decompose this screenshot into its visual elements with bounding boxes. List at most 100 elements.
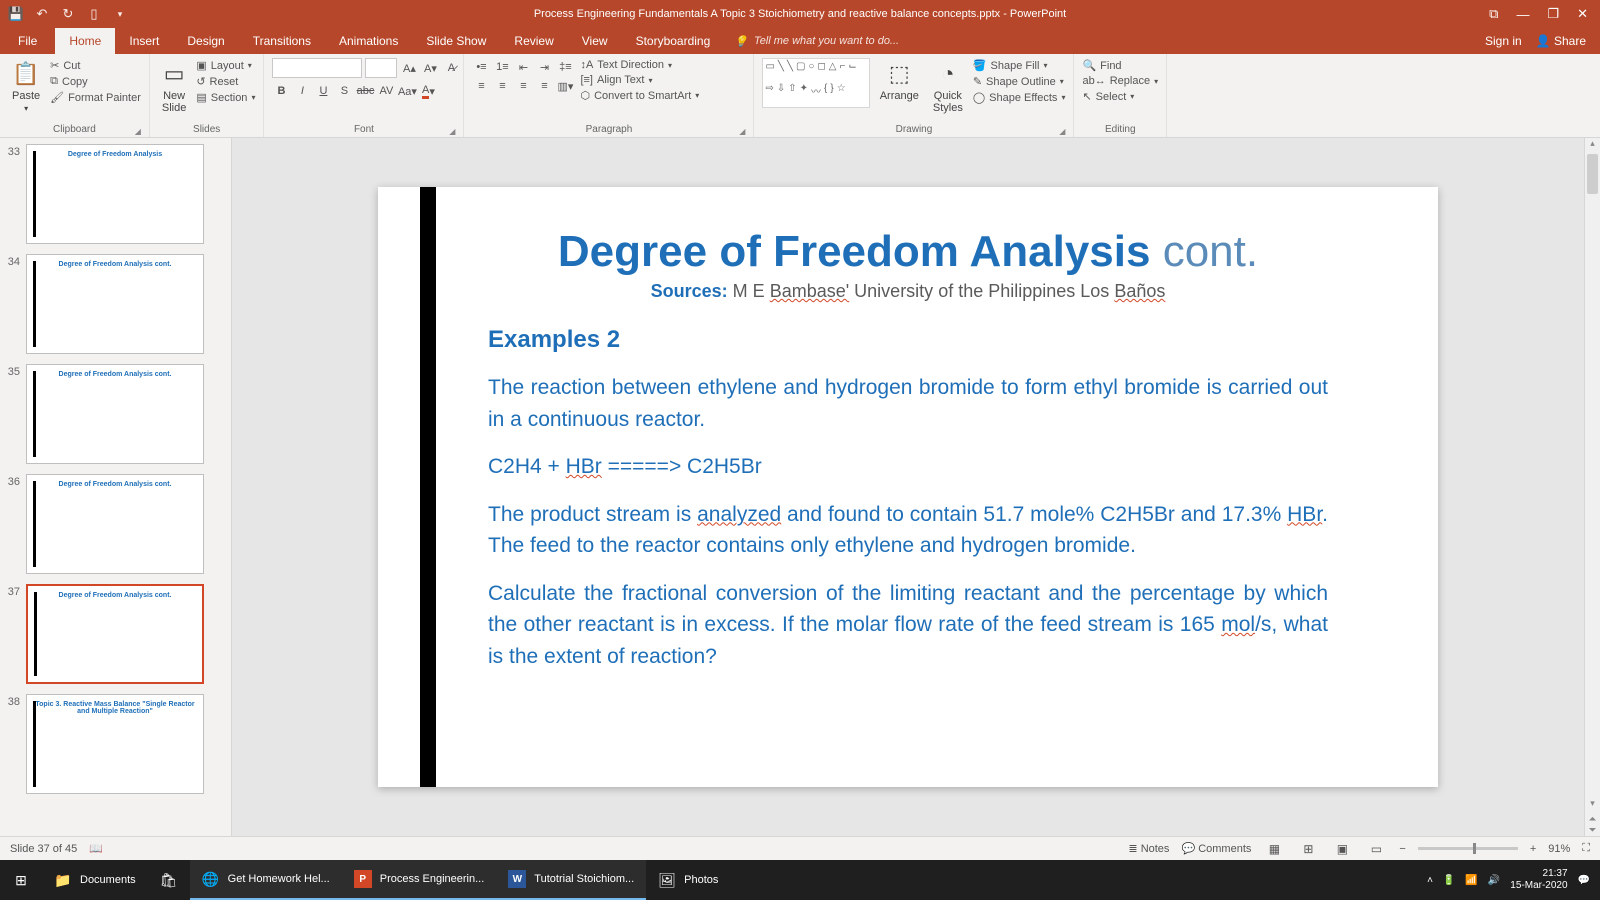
minimize-button[interactable]: — [1516,7,1529,22]
slide-counter[interactable]: Slide 37 of 45 [10,843,77,855]
tab-slideshow[interactable]: Slide Show [412,28,500,54]
find-button[interactable]: 🔍Find [1082,58,1158,73]
signin-link[interactable]: Sign in [1485,34,1522,48]
thumbnail[interactable]: Degree of Freedom Analysis cont. [26,474,204,574]
scroll-thumb[interactable] [1587,154,1598,194]
shape-outline-button[interactable]: ✎Shape Outline▾ [973,74,1066,89]
zoom-in-button[interactable]: + [1530,843,1536,855]
prev-slide-icon[interactable]: ⏶ [1585,814,1600,825]
start-from-beginning-icon[interactable]: ▯ [86,6,102,22]
clock[interactable]: 21:37 15-Mar-2020 [1510,868,1567,892]
tab-design[interactable]: Design [173,28,238,54]
thumbnail-row[interactable]: 37Degree of Freedom Analysis cont. [4,584,227,684]
close-button[interactable]: ✕ [1577,6,1588,22]
tab-review[interactable]: Review [500,28,567,54]
wifi-icon[interactable]: 📶 [1465,875,1477,886]
undo-icon[interactable]: ↶ [34,6,50,22]
case-button[interactable]: Aa▾ [398,82,416,100]
next-slide-icon[interactable]: ⏷ [1585,825,1600,836]
tab-animations[interactable]: Animations [325,28,412,54]
smartart-button[interactable]: ⬡Convert to SmartArt▾ [580,88,699,103]
clear-format-icon[interactable]: A̷ [442,59,460,77]
redo-icon[interactable]: ↻ [60,6,76,22]
thumbnail-row[interactable]: 35Degree of Freedom Analysis cont. [4,364,227,464]
share-button[interactable]: 👤 Share [1536,34,1586,48]
thumbnail-row[interactable]: 34Degree of Freedom Analysis cont. [4,254,227,354]
volume-icon[interactable]: 🔊 [1488,875,1500,886]
taskbar-photos[interactable]: 🖼Photos [646,860,730,900]
taskbar-word[interactable]: WTutotrial Stoichiom... [496,860,646,900]
tray-chevron-icon[interactable]: ˄ [1427,875,1433,886]
slide-editor[interactable]: Degree of Freedom Analysis cont. Sources… [232,138,1584,836]
thumbnail-panel[interactable]: 33Degree of Freedom Analysis 34Degree of… [0,138,232,836]
thumbnail-row[interactable]: 36Degree of Freedom Analysis cont. [4,474,227,574]
select-button[interactable]: ↖Select▾ [1082,89,1158,104]
italic-button[interactable]: I [293,82,311,100]
quick-styles-button[interactable]: ◔ Quick Styles [929,58,967,116]
notifications-icon[interactable]: 💬 [1578,875,1590,886]
thumbnail[interactable]: Degree of Freedom Analysis [26,144,204,244]
taskbar-documents[interactable]: 📁Documents [42,860,148,900]
reading-view-button[interactable]: ▣ [1331,840,1353,858]
increase-font-icon[interactable]: A▴ [400,59,418,77]
launcher-icon[interactable]: ◢ [739,127,745,136]
tab-file[interactable]: File [0,28,55,54]
tab-storyboarding[interactable]: Storyboarding [622,28,725,54]
align-center-button[interactable]: ≡ [493,77,511,95]
scroll-down-icon[interactable]: ▾ [1585,798,1600,814]
thumbnail-row[interactable]: 33Degree of Freedom Analysis [4,144,227,244]
fit-to-window-button[interactable]: ⛶ [1582,842,1590,855]
launcher-icon[interactable]: ◢ [135,127,141,136]
ribbon-display-icon[interactable]: ⧉ [1489,6,1498,22]
slide-canvas[interactable]: Degree of Freedom Analysis cont. Sources… [378,187,1438,787]
taskbar-chrome[interactable]: 🌐Get Homework Hel... [190,860,342,900]
justify-button[interactable]: ≡ [535,77,553,95]
numbering-button[interactable]: 1≡ [493,58,511,76]
thumbnail-row[interactable]: 38Topic 3. Reactive Mass Balance "Single… [4,694,227,794]
align-right-button[interactable]: ≡ [514,77,532,95]
spacing-button[interactable]: AV [377,82,395,100]
thumbnail[interactable]: Degree of Freedom Analysis cont. [26,254,204,354]
font-family-select[interactable] [272,58,362,78]
qat-more-icon[interactable]: ▾ [112,6,128,22]
taskbar-store[interactable]: 🛍 [148,860,190,900]
zoom-slider[interactable] [1418,847,1518,850]
taskbar-powerpoint[interactable]: PProcess Engineerin... [342,860,497,900]
line-spacing-button[interactable]: ‡≡ [556,58,574,76]
tab-home[interactable]: Home [55,28,115,54]
strike-button[interactable]: abc [356,82,374,100]
decrease-font-icon[interactable]: A▾ [421,59,439,77]
launcher-icon[interactable]: ◢ [1059,127,1065,136]
bold-button[interactable]: B [272,82,290,100]
zoom-handle[interactable] [1473,843,1476,854]
dec-indent-button[interactable]: ⇤ [514,58,532,76]
shape-effects-button[interactable]: ◯Shape Effects▾ [973,90,1066,105]
spell-check-icon[interactable]: 📖 [89,842,103,855]
paste-button[interactable]: 📋 Paste ▾ [8,58,44,115]
normal-view-button[interactable]: ▦ [1263,840,1285,858]
inc-indent-button[interactable]: ⇥ [535,58,553,76]
sorter-view-button[interactable]: ⊞ [1297,840,1319,858]
shape-fill-button[interactable]: 🪣Shape Fill▾ [973,58,1066,73]
shapes-gallery[interactable]: ▭╲╲▢○◻ △⌐⌙⇨⇩⇧ ✦〰{}☆ [762,58,869,108]
tell-me-search[interactable]: 💡 Tell me what you want to do... [734,28,899,54]
arrange-button[interactable]: ⬚ Arrange [876,58,923,104]
zoom-percent[interactable]: 91% [1548,843,1570,855]
underline-button[interactable]: U [314,82,332,100]
reset-button[interactable]: ↺Reset [196,74,255,89]
thumbnail[interactable]: Degree of Freedom Analysis cont. [26,584,204,684]
font-size-select[interactable] [365,58,397,78]
text-direction-button[interactable]: ↕AText Direction▾ [580,58,699,72]
section-button[interactable]: ▤Section▾ [196,90,255,105]
battery-icon[interactable]: 🔋 [1443,875,1455,886]
cut-button[interactable]: ✂Cut [50,58,141,73]
replace-button[interactable]: ab↔Replace▾ [1082,74,1158,88]
thumbnail[interactable]: Topic 3. Reactive Mass Balance "Single R… [26,694,204,794]
align-text-button[interactable]: [≡]Align Text▾ [580,73,699,87]
align-left-button[interactable]: ≡ [472,77,490,95]
format-painter-button[interactable]: 🖌Format Painter [50,90,141,105]
font-color-button[interactable]: A▾ [419,82,437,100]
launcher-icon[interactable]: ◢ [449,127,455,136]
vertical-scrollbar[interactable]: ▴ ▾ ⏶ ⏷ [1584,138,1600,836]
columns-button[interactable]: ▥▾ [556,77,574,95]
